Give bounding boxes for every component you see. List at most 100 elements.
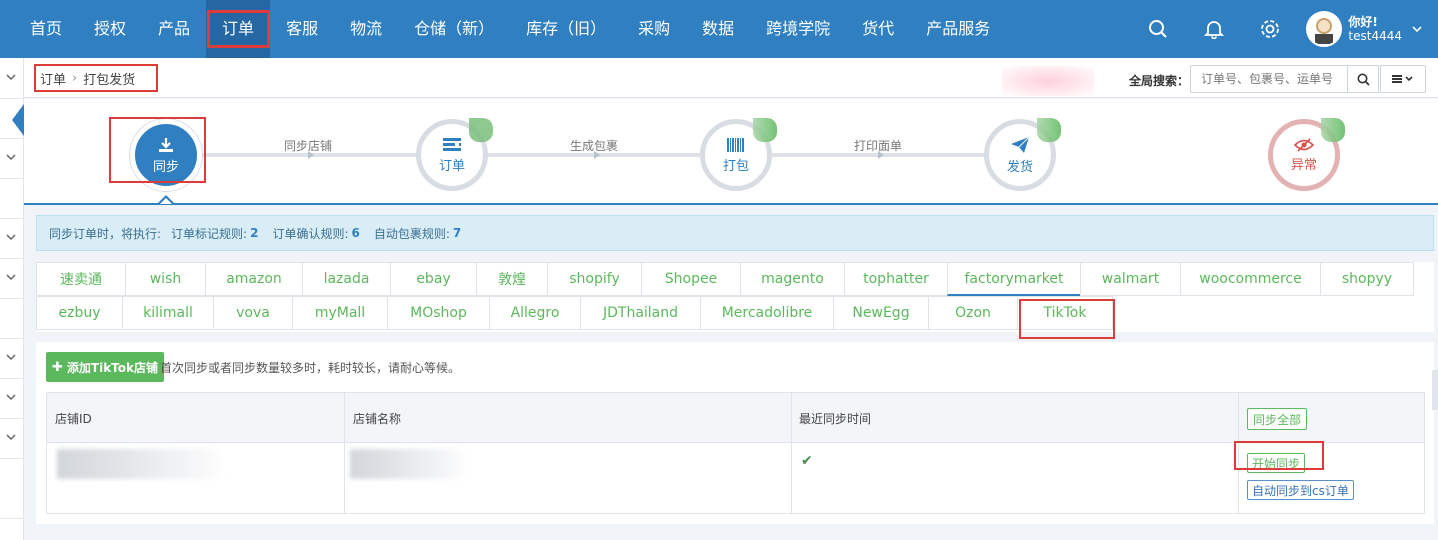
redacted-store-id	[57, 449, 227, 479]
nav-item-service[interactable]: 客服	[270, 0, 334, 58]
redacted-area	[1002, 66, 1094, 96]
rule-package-label: 自动包裹规则:	[373, 226, 450, 241]
search-icon[interactable]	[1130, 0, 1186, 58]
nav-item-home[interactable]: 首页	[0, 0, 78, 58]
chevron-down-icon	[1412, 22, 1422, 37]
global-search-button[interactable]	[1347, 65, 1379, 93]
step-exception-label: 异常	[1290, 157, 1317, 173]
add-tiktok-store-button[interactable]: ✚ 添加TikTok店铺	[46, 352, 165, 382]
user-info: 你好! test4444	[1348, 15, 1402, 43]
platform-tab-ozon[interactable]: Ozon	[928, 296, 1018, 330]
rule-mark-label: 订单标记规则:	[171, 226, 248, 241]
platform-tab-amazon[interactable]: amazon	[205, 262, 303, 296]
nav-item-product-services[interactable]: 产品服务	[910, 0, 1006, 58]
process-steps: 同步店铺 生成包裹 打印面单 同步 订单 打包 发货 异常	[24, 99, 1438, 205]
sync-all-button[interactable]: 同步全部	[1247, 408, 1308, 430]
step-order-label: 订单	[438, 158, 465, 174]
breadcrumb: 订单 › 打包发货	[34, 64, 158, 92]
nav-item-auth[interactable]: 授权	[78, 0, 142, 58]
rail-active-indicator	[12, 104, 24, 136]
global-search-input[interactable]	[1190, 65, 1348, 93]
nav-item-academy[interactable]: 跨境学院	[750, 0, 846, 58]
chevron-down-icon[interactable]	[4, 350, 18, 364]
platform-tab-dhgate[interactable]: 敦煌	[476, 262, 548, 296]
chevron-down-icon[interactable]	[4, 430, 18, 444]
auto-sync-cs-button[interactable]: 自动同步到cs订单	[1247, 480, 1354, 500]
platform-tab-tophatter[interactable]: tophatter	[844, 262, 948, 296]
platform-tab-factorymarket[interactable]: factorymarket	[947, 262, 1081, 296]
table-header	[47, 393, 1424, 443]
platform-tab-newegg[interactable]: NewEgg	[833, 296, 929, 330]
nav-item-logistics[interactable]: 物流	[334, 0, 398, 58]
platform-tab-aliexpress[interactable]: 速卖通	[36, 262, 126, 296]
platform-tab-woocommerce[interactable]: woocommerce	[1180, 262, 1321, 296]
rule-package-count[interactable]: 7	[453, 226, 461, 240]
nav-item-data[interactable]: 数据	[686, 0, 750, 58]
chevron-down-icon[interactable]	[4, 230, 18, 244]
breadcrumb-parent[interactable]: 订单	[40, 69, 66, 88]
platform-tab-jdthailand[interactable]: JDThailand	[580, 296, 701, 330]
platform-tab-shopyy[interactable]: shopyy	[1320, 262, 1414, 296]
avatar	[1306, 11, 1343, 47]
platform-tab-vova[interactable]: vova	[213, 296, 293, 330]
nav-item-forwarder[interactable]: 货代	[846, 0, 910, 58]
nav-item-purchase[interactable]: 采购	[622, 0, 686, 58]
step-ship[interactable]: 发货	[984, 118, 1061, 191]
check-icon: ✔	[801, 453, 813, 469]
user-menu[interactable]: 你好! test4444	[1306, 11, 1422, 47]
highlight-box-sync	[109, 117, 206, 183]
chevron-down-icon[interactable]	[4, 270, 18, 284]
breadcrumb-separator: ›	[72, 70, 78, 86]
add-store-label: 添加TikTok店铺	[66, 360, 159, 375]
highlight-box-start-sync	[1234, 441, 1324, 470]
highlight-box-orders	[207, 10, 270, 48]
nav-item-inventory-old[interactable]: 库存（旧）	[510, 0, 622, 58]
platform-tab-walmart[interactable]: walmart	[1080, 262, 1181, 296]
platform-tab-mymall[interactable]: myMall	[292, 296, 388, 330]
platform-tab-ebay[interactable]: ebay	[390, 262, 477, 296]
search-type-dropdown[interactable]	[1380, 65, 1426, 93]
sync-rules-info: 同步订单时，将执行: 订单标记规则: 2 订单确认规则: 6 自动包裹规则: 7	[36, 215, 1434, 251]
platform-tab-mercadolibre[interactable]: Mercadolibre	[700, 296, 834, 330]
platform-tab-ezbuy[interactable]: ezbuy	[36, 296, 123, 330]
nav-item-products[interactable]: 产品	[142, 0, 206, 58]
platform-tabs: 速卖通 wish amazon lazada ebay 敦煌 shopify S…	[36, 262, 1434, 339]
nav-right: 你好! test4444	[1130, 0, 1438, 58]
count-badge	[1321, 118, 1345, 142]
platform-tab-moshop[interactable]: MOshop	[387, 296, 490, 330]
platform-tab-shopee[interactable]: Shopee	[641, 262, 741, 296]
step-order[interactable]: 订单	[416, 118, 493, 191]
bell-icon[interactable]	[1186, 0, 1242, 58]
platform-tab-shopify[interactable]: shopify	[547, 262, 642, 296]
platform-tab-magento[interactable]: magento	[740, 262, 845, 296]
rule-confirm-label: 订单确认规则:	[272, 226, 349, 241]
rule-confirm-count[interactable]: 6	[352, 226, 360, 240]
step-pack-label: 打包	[722, 158, 749, 174]
rule-mark-count[interactable]: 2	[250, 226, 258, 240]
list-menu-icon	[1392, 75, 1413, 83]
chevron-down-icon[interactable]	[4, 150, 18, 164]
step-exception[interactable]: 异常	[1268, 118, 1345, 191]
platform-tab-kilimall[interactable]: kilimall	[122, 296, 214, 330]
store-table: 店铺ID 店铺名称 最近同步时间 同步全部 ✔ 开始同步 自动同步到cs订单	[46, 392, 1425, 514]
barcode-icon	[727, 137, 744, 152]
platform-tab-allegro[interactable]: Allegro	[489, 296, 581, 330]
plus-icon: ✚	[52, 359, 63, 375]
platform-tab-lazada[interactable]: lazada	[302, 262, 391, 296]
order-list-icon	[443, 137, 461, 151]
chevron-down-icon[interactable]	[4, 70, 18, 84]
scrollbar[interactable]	[1432, 370, 1438, 410]
nav-item-warehouse-new[interactable]: 仓储（新）	[398, 0, 510, 58]
step-pack[interactable]: 打包	[700, 118, 777, 191]
left-rail	[0, 58, 24, 540]
sync-hint: 首次同步或者同步数量较多时，耗时较长，请耐心等候。	[160, 361, 461, 375]
eye-slash-icon	[1294, 137, 1314, 152]
chevron-down-icon[interactable]	[4, 390, 18, 404]
count-badge	[753, 118, 777, 142]
gear-icon[interactable]	[1242, 0, 1298, 58]
redacted-store-name	[350, 449, 470, 479]
user-greeting: 你好!	[1348, 15, 1378, 29]
platform-tab-wish[interactable]: wish	[125, 262, 206, 296]
store-sync-panel: ✚ 添加TikTok店铺 首次同步或者同步数量较多时，耗时较长，请耐心等候。 店…	[36, 342, 1434, 524]
header-last-sync: 最近同步时间	[799, 412, 872, 426]
